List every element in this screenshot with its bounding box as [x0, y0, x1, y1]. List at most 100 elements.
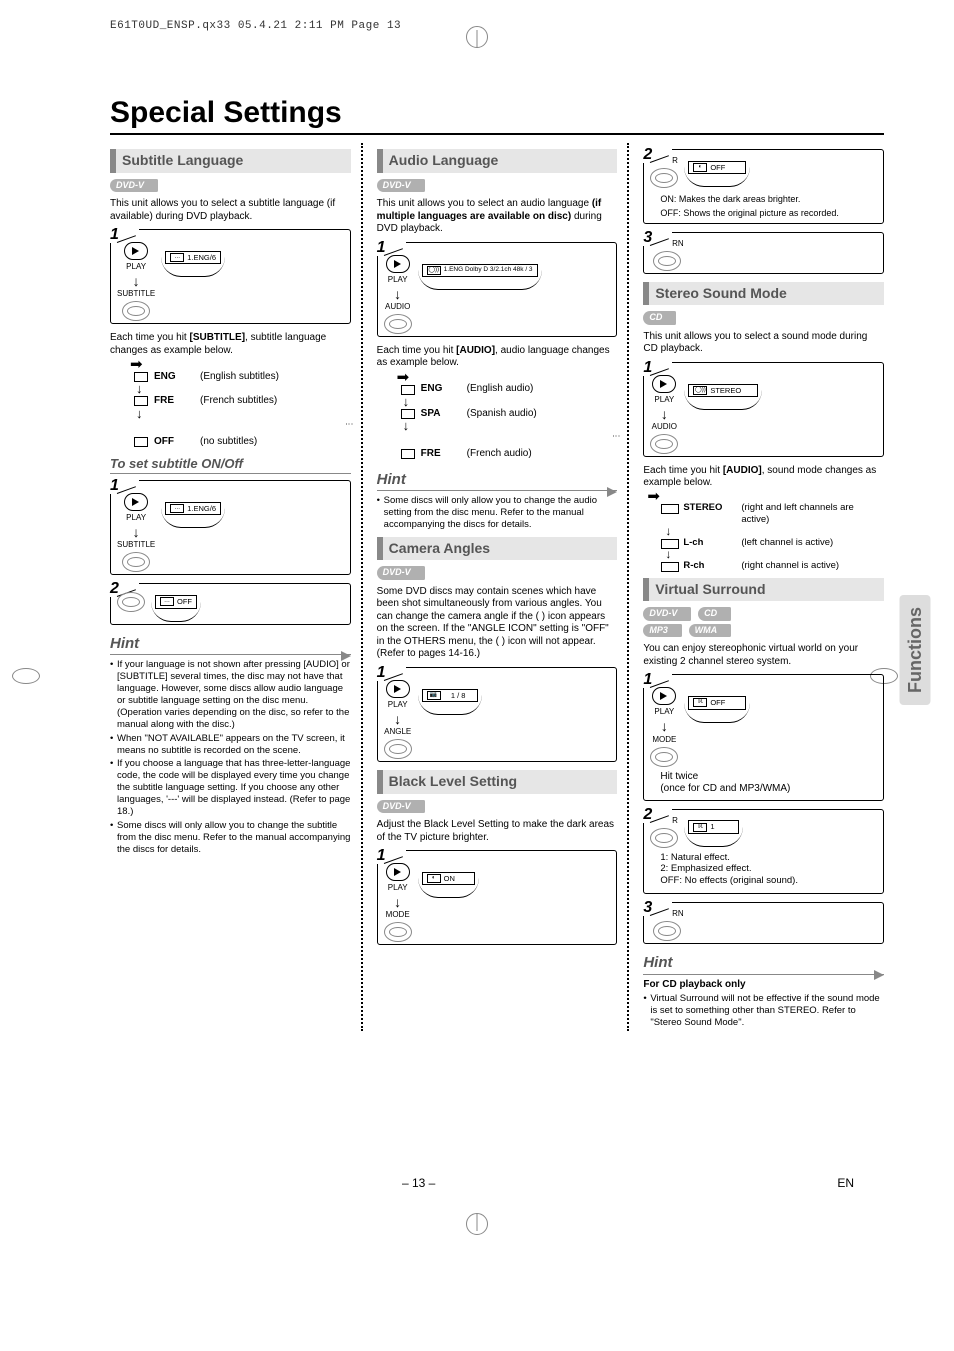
step-number: 1: [641, 360, 672, 376]
audio-intro: This unit allows you to select an audio …: [377, 198, 618, 236]
osd-display: ℝOFF: [688, 696, 746, 709]
vs-hit-twice: Hit twice: [660, 771, 877, 784]
osd-display: 📷 1 / 8: [422, 689, 478, 702]
black-level-step-1: 1 PLAY ↓ MODE ◐ON: [377, 850, 618, 945]
hint-subheading: For CD playback only: [643, 979, 884, 992]
black-off-desc: OFF: Shows the original picture as recor…: [660, 208, 875, 219]
lang-row: FRE(French audio): [397, 448, 618, 461]
step-number: 1: [641, 672, 672, 688]
step-number: 3: [641, 900, 672, 916]
arrow-down-icon: ↓: [665, 528, 884, 535]
subtitle-onoff-step-2: 2 …OFF: [110, 583, 351, 624]
osd-display: ℝ1: [688, 820, 739, 833]
osd-display: …1.ENG/6: [165, 502, 221, 515]
step-number: 1: [375, 665, 406, 681]
black-level-step-2: 2 ENTER ◐OFF ON: Makes the dark areas br…: [643, 149, 884, 224]
subtitle-onoff-step-1: 1 PLAY ↓ SUBTITLE …1.ENG/6: [110, 480, 351, 575]
subtitle-intro: This unit allows you to select a subtitl…: [110, 198, 351, 223]
section-virtual-surround: Virtual Surround: [643, 578, 884, 602]
step-number: 1: [108, 227, 139, 243]
column-3: 2 ENTER ◐OFF ON: Makes the dark areas br…: [643, 143, 884, 1031]
badge-wma: WMA: [689, 624, 732, 637]
arrow-down-icon: ↓: [130, 410, 351, 418]
section-audio-language: Audio Language: [377, 149, 618, 173]
arrow-right-icon: ➡: [647, 494, 884, 500]
brightness-osd-icon: ◐: [693, 163, 707, 172]
arrow-down-icon: ↓: [133, 276, 140, 287]
remote-icon: [384, 314, 412, 334]
subtitle-osd-icon: …: [170, 504, 184, 513]
stereo-intro: This unit allows you to select a sound m…: [643, 331, 884, 356]
step-number: 1: [375, 240, 406, 256]
vs-effects: 1: Natural effect. 2: Emphasized effect.…: [660, 852, 877, 888]
play-icon: [124, 242, 148, 260]
angles-step-1: 1 PLAY ↓ ANGLE 📷 1 / 8: [377, 667, 618, 762]
subtitle-osd-icon: …: [160, 597, 174, 606]
vs-hint-list: Virtual Surround will not be effective i…: [643, 993, 884, 1029]
badge-cd: CD: [643, 311, 676, 324]
subtitle-osd-icon: …: [170, 253, 184, 262]
stereo-cycle-text: Each time you hit [AUDIO], sound mode ch…: [643, 465, 884, 490]
arrow-down-icon: ↓: [397, 422, 618, 430]
remote-icon: [122, 301, 150, 321]
side-tab-functions: Functions: [900, 595, 931, 705]
remote-enter-icon: [650, 828, 678, 848]
remote-icon: [122, 552, 150, 572]
lang-row: SPA(Spanish audio): [397, 408, 618, 421]
lang-row: ENG(English audio): [397, 383, 618, 396]
mode-row: L-ch(left channel is active): [661, 537, 884, 549]
arrow-down-icon: ↓: [665, 551, 884, 558]
black-on-desc: ON: Makes the dark areas brighter.: [660, 194, 875, 205]
badge-cd: CD: [698, 607, 731, 620]
osd-display: ◯))STEREO: [688, 384, 757, 397]
hint-item: When "NOT AVAILABLE" appears on the TV s…: [110, 733, 351, 757]
badge-dvdv: DVD-V: [377, 800, 425, 813]
lang-row: FRE(French subtitles): [130, 395, 351, 408]
column-1: Subtitle Language DVD-V This unit allows…: [110, 143, 363, 1031]
osd-display: ◐OFF: [688, 161, 746, 174]
lang-row: ENG(English subtitles): [130, 371, 351, 384]
subtitle-key-label: SUBTITLE: [117, 289, 155, 299]
column-2: Audio Language DVD-V This unit allows yo…: [377, 143, 630, 1031]
play-icon: [124, 493, 148, 511]
subtitle-hint-list: If your language is not shown after pres…: [110, 659, 351, 855]
remote-icon: [384, 739, 412, 759]
arrow-down-icon: ↓: [397, 398, 618, 406]
language-code: EN: [837, 1176, 854, 1191]
play-icon: [652, 687, 676, 705]
arrow-right-icon: ➡: [130, 361, 351, 369]
ellipsis-vertical: ⋮: [130, 420, 351, 434]
arrow-right-icon: ➡: [397, 374, 618, 382]
badge-dvdv: DVD-V: [643, 607, 691, 620]
page-footer: – 13 – EN: [0, 1176, 954, 1191]
print-header: E61T0UD_ENSP.qx33 05.4.21 2:11 PM Page 1…: [110, 20, 884, 34]
remote-icon: [650, 747, 678, 767]
subtitle-step-1: 1 PLAY ↓ SUBTITLE …1.ENG/6: [110, 229, 351, 324]
vs-intro: You can enjoy stereophonic virtual world…: [643, 643, 884, 668]
audio-osd-icon: ◯)): [427, 266, 441, 275]
section-stereo-mode: Stereo Sound Mode: [643, 282, 884, 306]
badge-mp3: MP3: [643, 624, 682, 637]
mode-row: R-ch(right channel is active): [661, 560, 884, 572]
stereo-step-1: 1 PLAY ↓ AUDIO ◯))STEREO: [643, 362, 884, 457]
vs-step-1: 1 PLAY ↓ MODE ℝOFF Hit twice (once for C…: [643, 674, 884, 800]
surround-osd-icon: ℝ: [693, 698, 707, 707]
audio-step-1: 1 PLAY ↓ AUDIO ◯))1.ENG Dolby D 3/2.1ch …: [377, 242, 618, 337]
arrow-down-icon: ↓: [661, 409, 668, 420]
subtitle-language-cycle: ➡ ENG(English subtitles) ↓ FRE(French su…: [130, 361, 351, 448]
audio-cycle-text: Each time you hit [AUDIO], audio languag…: [377, 345, 618, 370]
osd-display: ◯))1.ENG Dolby D 3/2.1ch 48k / 3: [422, 264, 538, 277]
step-number: 2: [641, 807, 672, 823]
mode-row: STEREO(right and left channels are activ…: [661, 502, 884, 526]
hint-item: If your language is not shown after pres…: [110, 659, 351, 730]
brightness-osd-icon: ◐: [427, 874, 441, 883]
arrow-down-icon: ↓: [394, 289, 401, 300]
subtitle-onoff-heading: To set subtitle ON/Off: [110, 456, 351, 474]
arrow-down-icon: ↓: [394, 714, 401, 725]
arrow-down-icon: ↓: [130, 385, 351, 393]
section-camera-angles: Camera Angles: [377, 537, 618, 561]
remote-return-icon: [653, 921, 681, 941]
step-number: 3: [641, 230, 672, 246]
hint-item: If you choose a language that has three-…: [110, 758, 351, 817]
surround-osd-icon: ℝ: [693, 823, 707, 832]
